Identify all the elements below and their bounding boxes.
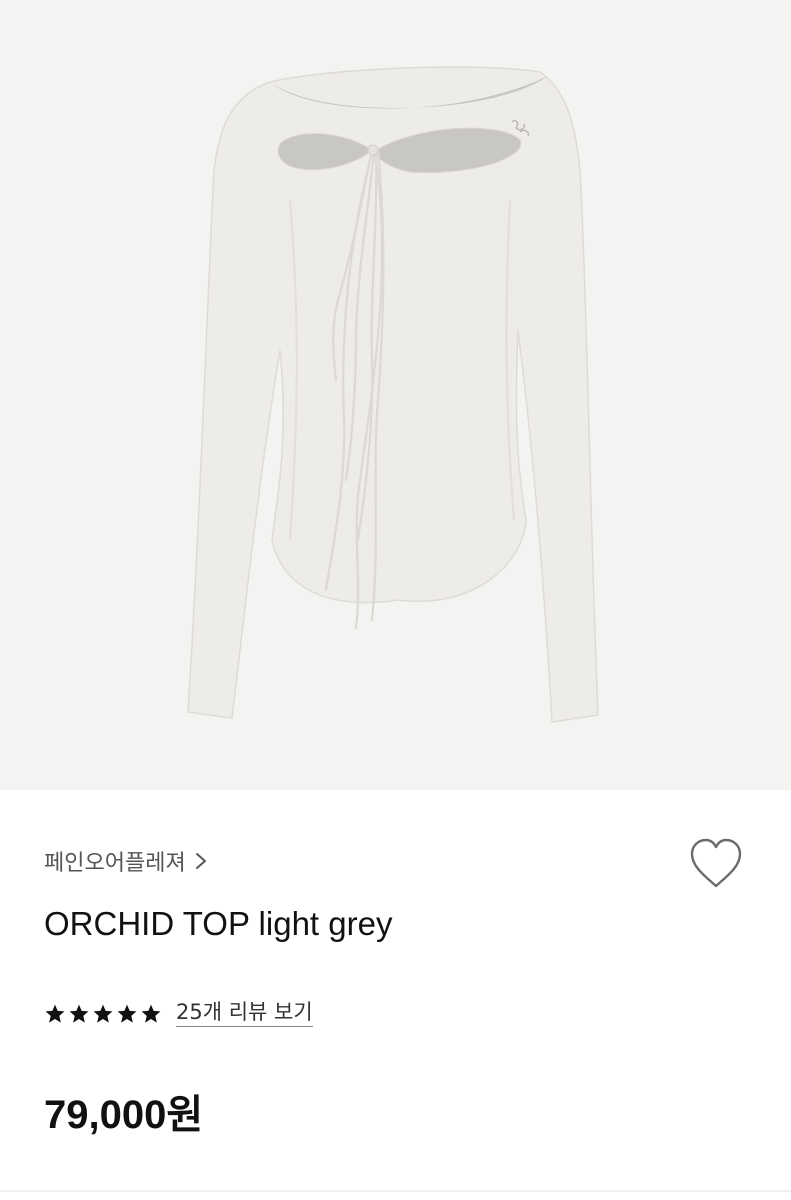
chevron-right-icon — [195, 853, 206, 869]
star-icon — [141, 1004, 161, 1023]
divider — [0, 1190, 791, 1192]
star-icon — [117, 1004, 137, 1023]
star-icon — [45, 1004, 65, 1023]
garment-illustration — [187, 66, 599, 723]
rating-row: 25개 리뷰 보기 — [44, 996, 313, 1032]
star-icon — [69, 1004, 89, 1023]
wishlist-button[interactable] — [686, 836, 746, 892]
brand-name: 페인오어플레져 — [44, 851, 186, 876]
product-price: 79,000원 — [44, 1093, 204, 1137]
product-title: ORCHID TOP light grey — [44, 905, 393, 942]
review-link[interactable]: 25개 리뷰 보기 — [176, 1000, 313, 1028]
star-rating — [44, 1003, 162, 1025]
star-icon — [93, 1004, 113, 1023]
heart-outline-icon — [690, 838, 742, 888]
brand-link[interactable]: 페인오어플레져 — [44, 843, 208, 879]
product-page: 페인오어플레져 ORCHID TOP light grey 25개 리뷰 보기 … — [0, 0, 791, 1200]
product-image[interactable] — [0, 0, 791, 790]
